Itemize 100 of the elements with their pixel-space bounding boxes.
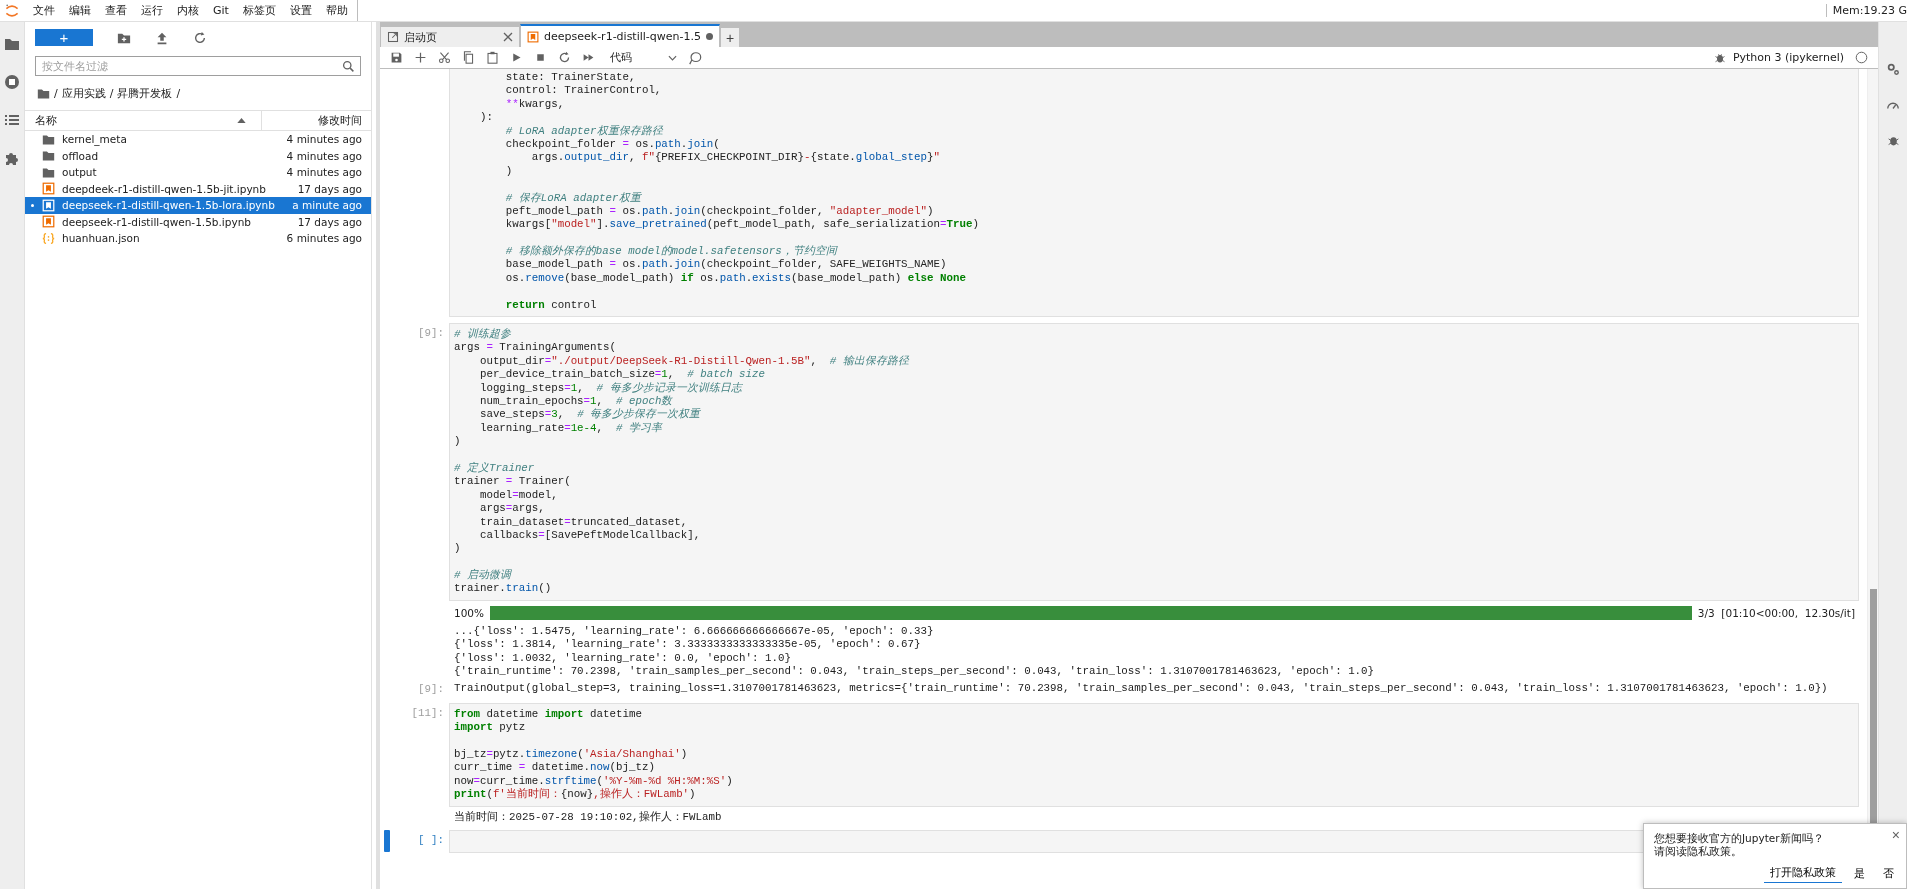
code-line: trainer = Trainer( bbox=[454, 475, 571, 489]
code-line: trainer.train() bbox=[454, 582, 552, 596]
file-item[interactable]: output 4 minutes ago bbox=[25, 164, 371, 181]
refresh-icon[interactable] bbox=[193, 30, 207, 45]
folder-icon[interactable] bbox=[37, 87, 50, 100]
menu-item[interactable]: 运行 bbox=[134, 3, 170, 18]
code-line: ) bbox=[454, 435, 461, 449]
plus-icon[interactable] bbox=[414, 51, 427, 64]
code-line: state: TrainerState, bbox=[504, 71, 636, 85]
code-line: # 训练超参 bbox=[454, 328, 511, 342]
stop-circle-icon[interactable] bbox=[4, 74, 20, 90]
notebook-tab[interactable]: deepseek-r1-distill-qwen-1.5 bbox=[520, 24, 720, 47]
file-item[interactable]: huanhuan.json 6 minutes ago bbox=[25, 230, 371, 247]
folder-icon bbox=[42, 165, 55, 179]
code-line: now=curr_time.strftime('%Y-%m-%d %H:%M:%S') bbox=[454, 774, 733, 788]
privacy-policy-link[interactable]: 打开隐私政策 bbox=[1764, 864, 1842, 883]
menu-item[interactable]: 标签页 bbox=[235, 3, 283, 18]
gears-icon[interactable] bbox=[1886, 62, 1900, 76]
code-line: save_steps=3, # 每多少步保存一次权重 bbox=[478, 408, 701, 422]
breadcrumb[interactable]: 应用实践 bbox=[61, 86, 106, 101]
json-icon bbox=[42, 231, 55, 245]
cell-type-dropdown[interactable]: 代码 bbox=[606, 50, 677, 65]
folder-icon bbox=[42, 132, 55, 146]
input-prompt: [ ]: bbox=[418, 834, 444, 846]
code-line: args = TrainingArguments( bbox=[454, 341, 616, 355]
filter-field[interactable]: 按文件名过滤 bbox=[35, 56, 361, 76]
menu-item[interactable]: 查看 bbox=[98, 3, 134, 18]
notebook-tab[interactable]: 启动页 bbox=[380, 26, 520, 47]
list-icon[interactable] bbox=[4, 112, 20, 128]
output-line: {'loss': 1.0032, 'learning_rate': 0.0, 'epoch': 1.0} bbox=[454, 651, 791, 666]
code-line: train_dataset=truncated_dataset, bbox=[478, 515, 688, 529]
code-line: from datetime import datetime bbox=[454, 707, 642, 722]
kernel-name[interactable]: Python 3 (ipykernel) bbox=[1732, 51, 1844, 64]
upload-icon[interactable] bbox=[155, 30, 169, 45]
stop-icon[interactable] bbox=[534, 51, 547, 64]
save-icon[interactable] bbox=[390, 51, 403, 64]
bug-icon[interactable] bbox=[1713, 51, 1726, 64]
search-icon bbox=[342, 60, 355, 73]
restart-icon[interactable] bbox=[558, 51, 571, 64]
code-line: print(f'当前时间：{now},操作人：FWLamb') bbox=[454, 788, 696, 802]
notebook-icon bbox=[42, 215, 55, 229]
close-button[interactable]: × bbox=[1891, 827, 1900, 843]
code-line: checkpoint_folder = os.path.join( bbox=[504, 137, 720, 152]
output-line: TrainOutput(global_step=3, training_loss=1.3107001781463623, metrics={'train_runtime': 70.2398, 'train_samples_per_second': 0.043, 'train_steps_per_second': 0.043, 'train_loss': 1.3107001781463623, 'epoch': 1.0}) bbox=[454, 682, 1828, 696]
code-line: learning_rate=1e-4, # 学习率 bbox=[478, 421, 662, 436]
code-line: ) bbox=[504, 164, 513, 179]
breadcrumb[interactable]: / bbox=[109, 87, 114, 100]
code-line: # 定义Trainer bbox=[454, 461, 535, 476]
launcher-icon bbox=[387, 31, 399, 43]
file-item[interactable]: deepseek-r1-distill-qwen-1.5b-lora.ipynb a minute ago bbox=[25, 197, 371, 214]
code-line: **kwargs, bbox=[504, 97, 565, 112]
menu-item[interactable]: 帮助 bbox=[318, 3, 355, 18]
jupyter-logo-icon[interactable] bbox=[4, 2, 20, 19]
code-line: bj_tz=pytz.timezone('Asia/Shanghai') bbox=[454, 748, 688, 762]
file-item[interactable]: kernel_meta 4 minutes ago bbox=[25, 131, 371, 148]
close-icon[interactable] bbox=[503, 32, 513, 42]
code-line: os.remove(base_model_path) if os.path.exists(base_model_path) else None bbox=[504, 271, 966, 286]
column-header[interactable]: 修改时间 bbox=[262, 111, 371, 130]
code-line: base_model_path = os.path.join(checkpoint_folder, SAFE_WEIGHTS_NAME) bbox=[504, 258, 947, 272]
bug-icon[interactable] bbox=[1886, 134, 1900, 147]
clipboard-icon[interactable] bbox=[486, 51, 499, 64]
memory-usage: Mem:19.23 G bbox=[1825, 4, 1907, 17]
unsaved-dot-icon[interactable] bbox=[706, 33, 713, 40]
code-line: control: TrainerControl, bbox=[504, 84, 662, 98]
folder-icon[interactable] bbox=[4, 36, 20, 52]
code-line: args.output_dir, f"{PREFIX_CHECKPOINT_DIR}-{state.global_step}" bbox=[530, 151, 940, 165]
copy-icon[interactable] bbox=[462, 51, 475, 64]
notebook-icon bbox=[42, 182, 55, 196]
code-line: num_train_epochs=1, # epoch数 bbox=[478, 395, 673, 408]
menu-item[interactable]: 设置 bbox=[282, 3, 319, 18]
code-line: return control bbox=[504, 298, 597, 313]
code-line: logging_steps=1, # 每多少步记录一次训练日志 bbox=[478, 381, 742, 395]
menu-item[interactable]: Git bbox=[206, 4, 236, 17]
file-item[interactable]: offload 4 minutes ago bbox=[25, 147, 371, 164]
scissors-icon[interactable] bbox=[438, 51, 451, 64]
output-line: ...{'loss': 1.5475, 'learning_rate': 6.666666666666667e-05, 'epoch': 0.33} bbox=[454, 624, 934, 639]
column-header[interactable]: 名称 bbox=[25, 111, 262, 130]
notebook-icon bbox=[42, 198, 55, 212]
output-line: {'loss': 1.3814, 'learning_rate': 3.3333333333333335e-05, 'epoch': 0.67} bbox=[454, 638, 921, 652]
code-line: ) bbox=[454, 542, 461, 556]
code-line: # 移除额外保存的base model的model.safetensors，节约空间 bbox=[504, 245, 837, 259]
breadcrumb[interactable]: 昇腾开发板 bbox=[117, 86, 173, 101]
code-line: callbacks=[SavePeftModelCallback], bbox=[478, 528, 701, 543]
breadcrumb[interactable]: / bbox=[54, 87, 58, 100]
puzzle-icon[interactable] bbox=[4, 150, 20, 166]
notification-text: 您想要接收官方的Jupyter新闻吗？ bbox=[1654, 832, 1824, 845]
menu-item[interactable]: 文件 bbox=[26, 3, 62, 18]
run-icon[interactable] bbox=[510, 51, 523, 64]
notification-text: 请阅读隐私政策。 bbox=[1654, 845, 1743, 858]
code-line: output_dir="./output/DeepSeek-R1-Distill-Qwen-1.5B", # 输出保存路径 bbox=[478, 354, 909, 369]
input-prompt: [11]: bbox=[411, 706, 444, 719]
file-item[interactable]: deepseek-r1-distill-qwen-1.5b.ipynb 17 days ago bbox=[25, 213, 371, 230]
menu-item[interactable]: 编辑 bbox=[62, 3, 98, 18]
add-tab-button[interactable]: + bbox=[720, 27, 740, 47]
progress-percent: 100% bbox=[454, 606, 485, 619]
code-editor[interactable]: from datetime import datetime import pytz bj_tz=pytz.timezone('Asia/Shanghai') curr_time = datetime.now(bj_tz) now=curr_time.strftime('%Y-%m-%d %H:%M:%S') print(f'当前时间：{now},操作人：FWLamb') bbox=[449, 702, 1859, 807]
new-launcher-button[interactable]: + bbox=[35, 29, 93, 46]
file-item[interactable]: deepdeek-r1-distill-qwen-1.5b-jit.ipynb 17 days ago bbox=[25, 180, 371, 197]
menu-item[interactable]: 内核 bbox=[170, 3, 206, 18]
breadcrumb[interactable]: / bbox=[176, 87, 181, 100]
